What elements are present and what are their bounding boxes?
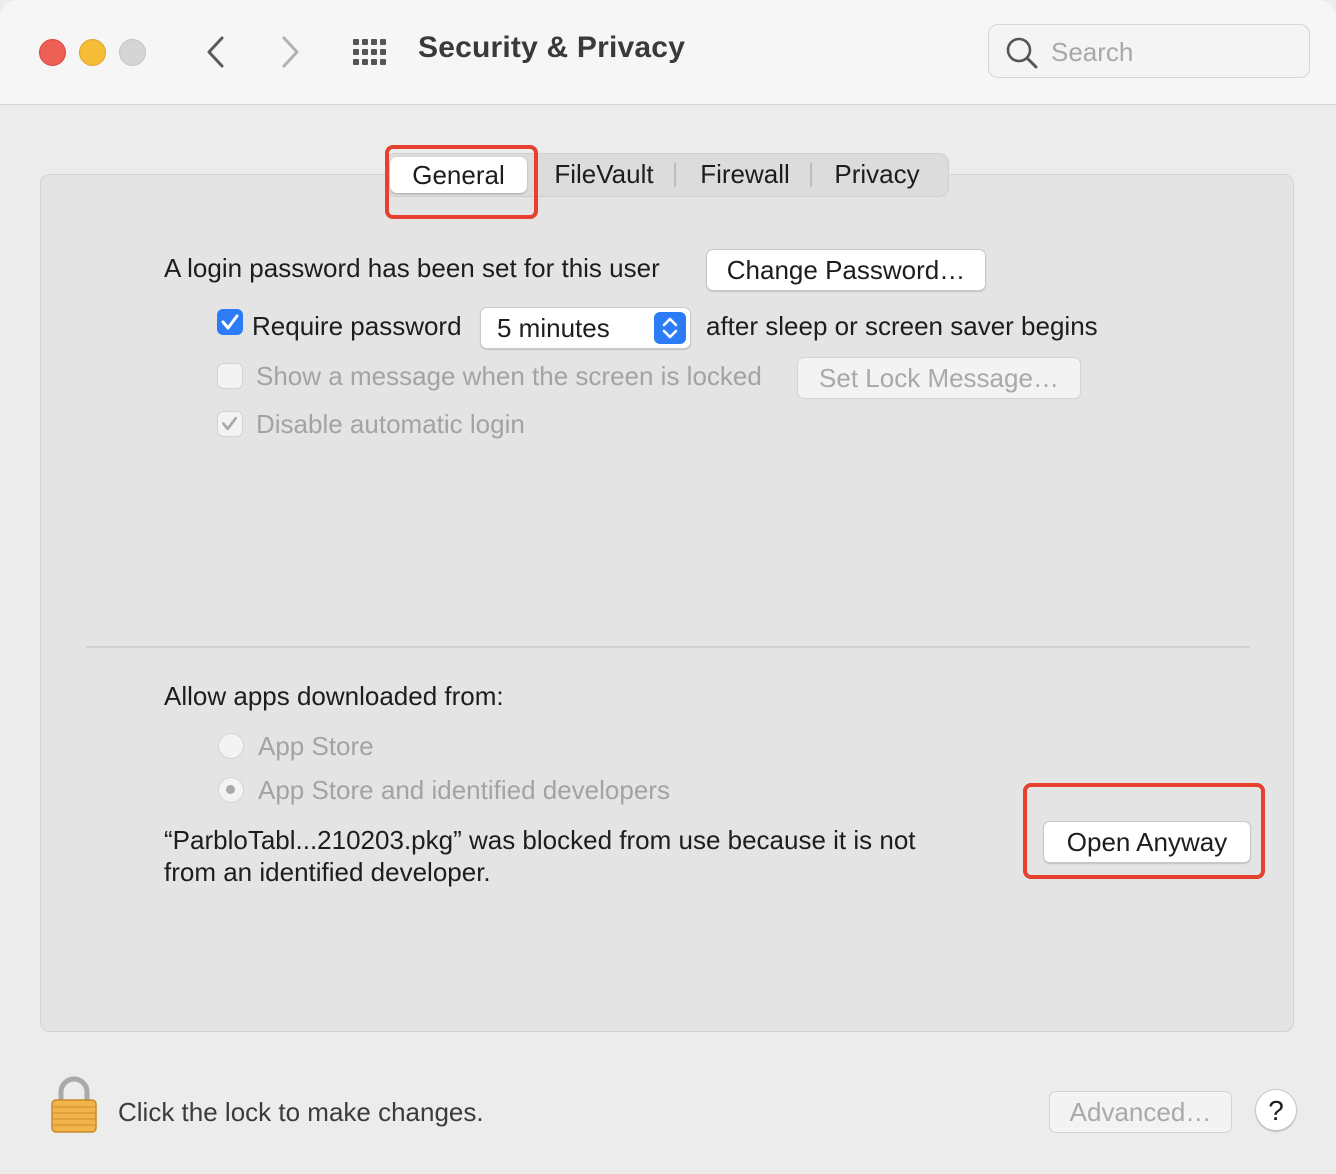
checkmark-icon <box>221 314 239 330</box>
change-password-button[interactable]: Change Password… <box>706 249 986 291</box>
tab-general[interactable]: General <box>390 157 527 193</box>
radio-app-store-label: App Store <box>258 731 374 761</box>
disable-auto-login-label: Disable automatic login <box>256 409 525 439</box>
lock-text: Click the lock to make changes. <box>118 1097 484 1127</box>
settings-panel <box>40 174 1294 1032</box>
radio-app-store-identified-label: App Store and identified developers <box>258 775 670 805</box>
radio-selected-dot <box>226 785 235 794</box>
allow-apps-heading: Allow apps downloaded from: <box>164 681 504 711</box>
require-suffix-text: after sleep or screen saver begins <box>706 311 1098 341</box>
login-password-text: A login password has been set for this u… <box>164 253 660 283</box>
search-icon <box>1006 37 1038 69</box>
show-all-button[interactable] <box>350 36 392 68</box>
section-divider <box>86 646 1250 648</box>
forward-button[interactable] <box>270 30 310 74</box>
security-privacy-window: Security & Privacy General FileVault Fir… <box>0 0 1336 1174</box>
require-interval-value: 5 minutes <box>497 313 610 343</box>
back-button[interactable] <box>196 30 236 74</box>
tab-firewall[interactable]: Firewall <box>686 154 804 195</box>
search-input[interactable] <box>1049 33 1293 71</box>
require-password-checkbox[interactable] <box>217 309 243 335</box>
disable-auto-login-checkbox[interactable] <box>217 411 243 437</box>
tab-bar: General FileVault Firewall Privacy <box>385 153 949 197</box>
chevron-left-icon <box>207 36 224 68</box>
set-lock-message-button[interactable]: Set Lock Message… <box>797 357 1081 399</box>
tab-separator <box>810 163 812 187</box>
chevron-right-icon <box>282 36 299 68</box>
window-title: Security & Privacy <box>418 31 686 64</box>
show-message-checkbox[interactable] <box>217 363 243 389</box>
minimize-button[interactable] <box>79 39 106 66</box>
radio-app-store[interactable] <box>218 733 244 759</box>
stepper-icon <box>654 312 686 344</box>
require-interval-popup[interactable]: 5 minutes <box>480 307 691 349</box>
show-message-label: Show a message when the screen is locked <box>256 361 762 391</box>
radio-app-store-identified[interactable] <box>218 777 244 803</box>
help-button[interactable]: ? <box>1255 1089 1297 1131</box>
padlock-icon <box>51 1076 97 1133</box>
grid-icon <box>353 39 386 65</box>
tab-privacy[interactable]: Privacy <box>818 154 936 195</box>
blocked-message-line2: from an identified developer. <box>164 857 491 887</box>
tab-separator <box>674 163 676 187</box>
close-button[interactable] <box>39 39 66 66</box>
title-bar: Security & Privacy <box>0 0 1336 105</box>
open-anyway-button[interactable]: Open Anyway <box>1043 821 1251 863</box>
tab-filevault[interactable]: FileVault <box>539 154 669 195</box>
search-field[interactable] <box>988 24 1310 78</box>
lock-button[interactable] <box>50 1076 98 1139</box>
blocked-message-line1: “ParbloTabl...210203.pkg” was blocked fr… <box>164 825 916 855</box>
zoom-button[interactable] <box>119 39 146 66</box>
advanced-button[interactable]: Advanced… <box>1049 1091 1232 1133</box>
checkmark-icon <box>221 416 238 431</box>
require-password-label: Require password <box>252 311 462 341</box>
